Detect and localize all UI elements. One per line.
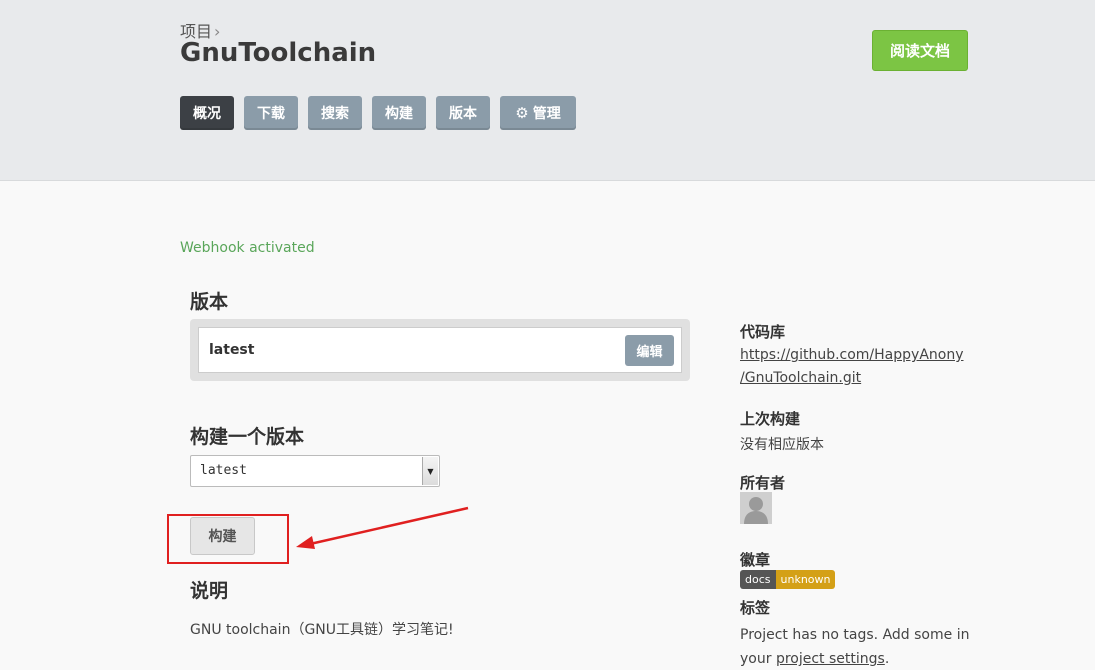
last-build-text: 没有相应版本	[740, 437, 824, 453]
last-build-heading: 上次构建	[740, 410, 801, 428]
tab-label: 构建	[385, 106, 413, 122]
repo-heading: 代码库	[740, 323, 786, 341]
tab-downloads[interactable]: 下载	[244, 96, 298, 130]
tab-label: 版本	[449, 106, 477, 122]
project-tabs: 概况 下载 搜索 构建 版本 ⚙ 管理	[180, 96, 586, 130]
owner-avatar[interactable]	[740, 492, 772, 524]
project-settings-link[interactable]: project settings	[776, 651, 885, 667]
version-select-value: latest	[200, 463, 247, 478]
description-text: GNU toolchain（GNU工具链）学习笔记!	[190, 622, 454, 638]
chevron-down-icon[interactable]: ▼	[422, 457, 438, 485]
docs-status-badge[interactable]: docs unknown	[740, 570, 836, 589]
owner-heading: 所有者	[740, 474, 786, 492]
tab-builds[interactable]: 构建	[372, 96, 426, 130]
tab-admin[interactable]: ⚙ 管理	[500, 96, 576, 130]
gear-icon: ⚙	[515, 104, 529, 122]
repo-link-line2[interactable]: /GnuToolchain.git	[740, 370, 861, 386]
badge-status: unknown	[775, 570, 836, 589]
tags-line1: Project has no tags. Add some in	[740, 627, 970, 643]
build-button[interactable]: 构建	[190, 517, 255, 555]
repo-link-line1[interactable]: https://github.com/HappyAnony	[740, 347, 964, 363]
version-select[interactable]: latest ▼	[190, 455, 440, 487]
annotation-arrow-icon	[296, 506, 469, 549]
badge-label: docs	[740, 570, 776, 589]
project-header: 项目 › GnuToolchain 阅读文档 概况 下载 搜索 构建 版本 ⚙ 管理	[0, 0, 1095, 181]
tab-label: 管理	[532, 106, 561, 122]
repo-link[interactable]: https://github.com/HappyAnony /GnuToolch…	[740, 347, 964, 393]
tags-heading: 标签	[740, 599, 771, 617]
badge-heading: 徽章	[740, 551, 771, 569]
build-version-heading: 构建一个版本	[190, 426, 305, 448]
read-docs-button[interactable]: 阅读文档	[872, 30, 968, 71]
webhook-notice: Webhook activated	[180, 240, 315, 256]
tab-versions[interactable]: 版本	[436, 96, 490, 130]
tab-search[interactable]: 搜索	[308, 96, 362, 130]
description-heading: 说明	[190, 580, 229, 602]
project-title: GnuToolchain	[180, 38, 377, 68]
version-list: latest 编辑	[190, 319, 690, 381]
edit-version-button[interactable]: 编辑	[625, 335, 674, 366]
tab-overview[interactable]: 概况	[180, 96, 234, 130]
versions-heading: 版本	[190, 291, 229, 313]
user-silhouette-icon	[740, 492, 772, 524]
tab-label: 搜索	[321, 106, 349, 122]
version-name[interactable]: latest	[209, 342, 254, 358]
tab-label: 概况	[193, 106, 221, 122]
tags-suffix: .	[884, 651, 890, 667]
version-item: latest 编辑	[198, 327, 682, 373]
tags-line2-prefix: your	[740, 651, 772, 667]
tags-text: Project has no tags. Add some in your pr…	[740, 623, 969, 670]
tab-label: 下载	[257, 106, 285, 122]
